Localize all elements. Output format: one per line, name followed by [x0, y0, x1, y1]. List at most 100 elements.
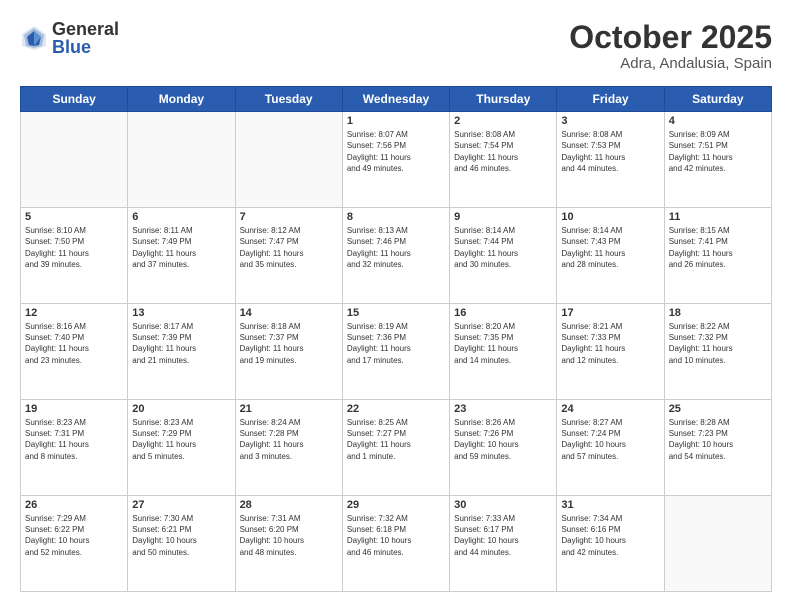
- logo-text: General Blue: [52, 20, 119, 56]
- day-info: Sunrise: 8:08 AM Sunset: 7:53 PM Dayligh…: [561, 129, 659, 174]
- calendar-cell: 1 Sunrise: 8:07 AM Sunset: 7:56 PM Daylig…: [342, 112, 449, 208]
- day-info: Sunrise: 8:17 AM Sunset: 7:39 PM Dayligh…: [132, 321, 230, 366]
- day-info: Sunrise: 7:30 AM Sunset: 6:21 PM Dayligh…: [132, 513, 230, 558]
- day-info: Sunrise: 8:24 AM Sunset: 7:28 PM Dayligh…: [240, 417, 338, 462]
- day-number: 8: [347, 211, 445, 223]
- day-info: Sunrise: 8:22 AM Sunset: 7:32 PM Dayligh…: [669, 321, 767, 366]
- calendar-cell: 20Sunrise: 8:23 AM Sunset: 7:29 PM Dayli…: [128, 400, 235, 496]
- day-number: 6: [132, 211, 230, 223]
- day-number: 12: [25, 307, 123, 319]
- day-number: 22: [347, 403, 445, 415]
- calendar-week-5: 26Sunrise: 7:29 AM Sunset: 6:22 PM Dayli…: [21, 496, 772, 592]
- calendar-cell: 31Sunrise: 7:34 AM Sunset: 6:16 PM Dayli…: [557, 496, 664, 592]
- calendar-cell: 24 Sunrise: 8:27 AM Sunset: 7:24 PM Dayli…: [557, 400, 664, 496]
- day-number: 15: [347, 307, 445, 319]
- calendar-cell: 27Sunrise: 7:30 AM Sunset: 6:21 PM Dayli…: [128, 496, 235, 592]
- day-info: Sunrise: 7:34 AM Sunset: 6:16 PM Dayligh…: [561, 513, 659, 558]
- calendar-cell: [128, 112, 235, 208]
- day-number: 11: [669, 211, 767, 223]
- calendar-cell: 8 Sunrise: 8:13 AM Sunset: 7:46 PM Daylig…: [342, 208, 449, 304]
- calendar-cell: 23Sunrise: 8:26 AM Sunset: 7:26 PM Dayli…: [450, 400, 557, 496]
- day-number: 18: [669, 307, 767, 319]
- day-number: 14: [240, 307, 338, 319]
- calendar-week-2: 5Sunrise: 8:10 AM Sunset: 7:50 PM Daylig…: [21, 208, 772, 304]
- logo: General Blue: [20, 20, 119, 56]
- weekday-header-thursday: Thursday: [450, 87, 557, 112]
- day-number: 23: [454, 403, 552, 415]
- calendar-cell: 16 Sunrise: 8:20 AM Sunset: 7:35 PM Dayli…: [450, 304, 557, 400]
- calendar-cell: 21 Sunrise: 8:24 AM Sunset: 7:28 PM Dayli…: [235, 400, 342, 496]
- title-block: October 2025 Adra, Andalusia, Spain: [569, 20, 772, 72]
- day-number: 29: [347, 499, 445, 511]
- day-number: 2: [454, 115, 552, 127]
- weekday-header-wednesday: Wednesday: [342, 87, 449, 112]
- calendar-cell: 11 Sunrise: 8:15 AM Sunset: 7:41 PM Dayli…: [664, 208, 771, 304]
- title-month: October 2025: [569, 20, 772, 55]
- day-info: Sunrise: 8:07 AM Sunset: 7:56 PM Dayligh…: [347, 129, 445, 174]
- calendar-cell: 14 Sunrise: 8:18 AM Sunset: 7:37 PM Dayli…: [235, 304, 342, 400]
- day-info: Sunrise: 8:15 AM Sunset: 7:41 PM Dayligh…: [669, 225, 767, 270]
- day-info: Sunrise: 8:25 AM Sunset: 7:27 PM Dayligh…: [347, 417, 445, 462]
- weekday-header-monday: Monday: [128, 87, 235, 112]
- day-number: 21: [240, 403, 338, 415]
- day-number: 13: [132, 307, 230, 319]
- weekday-header-friday: Friday: [557, 87, 664, 112]
- calendar-cell: 10 Sunrise: 8:14 AM Sunset: 7:43 PM Dayli…: [557, 208, 664, 304]
- calendar-cell: 26Sunrise: 7:29 AM Sunset: 6:22 PM Dayli…: [21, 496, 128, 592]
- day-info: Sunrise: 8:14 AM Sunset: 7:44 PM Dayligh…: [454, 225, 552, 270]
- day-number: 7: [240, 211, 338, 223]
- logo-blue-text: Blue: [52, 38, 119, 56]
- day-info: Sunrise: 7:33 AM Sunset: 6:17 PM Dayligh…: [454, 513, 552, 558]
- day-number: 4: [669, 115, 767, 127]
- day-info: Sunrise: 8:21 AM Sunset: 7:33 PM Dayligh…: [561, 321, 659, 366]
- calendar-week-4: 19 Sunrise: 8:23 AM Sunset: 7:31 PM Dayli…: [21, 400, 772, 496]
- day-info: Sunrise: 8:14 AM Sunset: 7:43 PM Dayligh…: [561, 225, 659, 270]
- calendar-cell: 7Sunrise: 8:12 AM Sunset: 7:47 PM Daylig…: [235, 208, 342, 304]
- day-number: 1: [347, 115, 445, 127]
- day-number: 25: [669, 403, 767, 415]
- day-info: Sunrise: 8:08 AM Sunset: 7:54 PM Dayligh…: [454, 129, 552, 174]
- day-info: Sunrise: 8:23 AM Sunset: 7:29 PM Dayligh…: [132, 417, 230, 462]
- day-number: 3: [561, 115, 659, 127]
- calendar-cell: 5Sunrise: 8:10 AM Sunset: 7:50 PM Daylig…: [21, 208, 128, 304]
- day-info: Sunrise: 8:20 AM Sunset: 7:35 PM Dayligh…: [454, 321, 552, 366]
- calendar-cell: 6 Sunrise: 8:11 AM Sunset: 7:49 PM Daylig…: [128, 208, 235, 304]
- calendar-cell: [21, 112, 128, 208]
- weekday-header-sunday: Sunday: [21, 87, 128, 112]
- calendar-week-3: 12 Sunrise: 8:16 AM Sunset: 7:40 PM Dayli…: [21, 304, 772, 400]
- day-info: Sunrise: 8:27 AM Sunset: 7:24 PM Dayligh…: [561, 417, 659, 462]
- calendar-body: 1 Sunrise: 8:07 AM Sunset: 7:56 PM Daylig…: [21, 112, 772, 592]
- calendar-cell: 12 Sunrise: 8:16 AM Sunset: 7:40 PM Dayli…: [21, 304, 128, 400]
- page: General Blue October 2025 Adra, Andalusi…: [0, 0, 792, 612]
- day-info: Sunrise: 8:16 AM Sunset: 7:40 PM Dayligh…: [25, 321, 123, 366]
- day-number: 17: [561, 307, 659, 319]
- logo-general-text: General: [52, 20, 119, 38]
- calendar-week-1: 1 Sunrise: 8:07 AM Sunset: 7:56 PM Daylig…: [21, 112, 772, 208]
- day-info: Sunrise: 8:28 AM Sunset: 7:23 PM Dayligh…: [669, 417, 767, 462]
- calendar-cell: 3 Sunrise: 8:08 AM Sunset: 7:53 PM Daylig…: [557, 112, 664, 208]
- day-number: 10: [561, 211, 659, 223]
- day-number: 16: [454, 307, 552, 319]
- calendar-cell: 30Sunrise: 7:33 AM Sunset: 6:17 PM Dayli…: [450, 496, 557, 592]
- calendar-cell: 9Sunrise: 8:14 AM Sunset: 7:44 PM Daylig…: [450, 208, 557, 304]
- day-info: Sunrise: 8:10 AM Sunset: 7:50 PM Dayligh…: [25, 225, 123, 270]
- calendar-cell: [664, 496, 771, 592]
- day-info: Sunrise: 8:18 AM Sunset: 7:37 PM Dayligh…: [240, 321, 338, 366]
- weekday-header-row: SundayMondayTuesdayWednesdayThursdayFrid…: [21, 87, 772, 112]
- calendar-cell: 17 Sunrise: 8:21 AM Sunset: 7:33 PM Dayli…: [557, 304, 664, 400]
- calendar-cell: 22 Sunrise: 8:25 AM Sunset: 7:27 PM Dayli…: [342, 400, 449, 496]
- weekday-header-tuesday: Tuesday: [235, 87, 342, 112]
- day-info: Sunrise: 8:11 AM Sunset: 7:49 PM Dayligh…: [132, 225, 230, 270]
- day-number: 24: [561, 403, 659, 415]
- header: General Blue October 2025 Adra, Andalusi…: [20, 20, 772, 72]
- day-number: 19: [25, 403, 123, 415]
- calendar-header: SundayMondayTuesdayWednesdayThursdayFrid…: [21, 87, 772, 112]
- calendar-cell: [235, 112, 342, 208]
- weekday-header-saturday: Saturday: [664, 87, 771, 112]
- day-info: Sunrise: 8:23 AM Sunset: 7:31 PM Dayligh…: [25, 417, 123, 462]
- day-number: 28: [240, 499, 338, 511]
- calendar-table: SundayMondayTuesdayWednesdayThursdayFrid…: [20, 86, 772, 592]
- title-location: Adra, Andalusia, Spain: [569, 55, 772, 72]
- calendar-cell: 28Sunrise: 7:31 AM Sunset: 6:20 PM Dayli…: [235, 496, 342, 592]
- day-info: Sunrise: 8:13 AM Sunset: 7:46 PM Dayligh…: [347, 225, 445, 270]
